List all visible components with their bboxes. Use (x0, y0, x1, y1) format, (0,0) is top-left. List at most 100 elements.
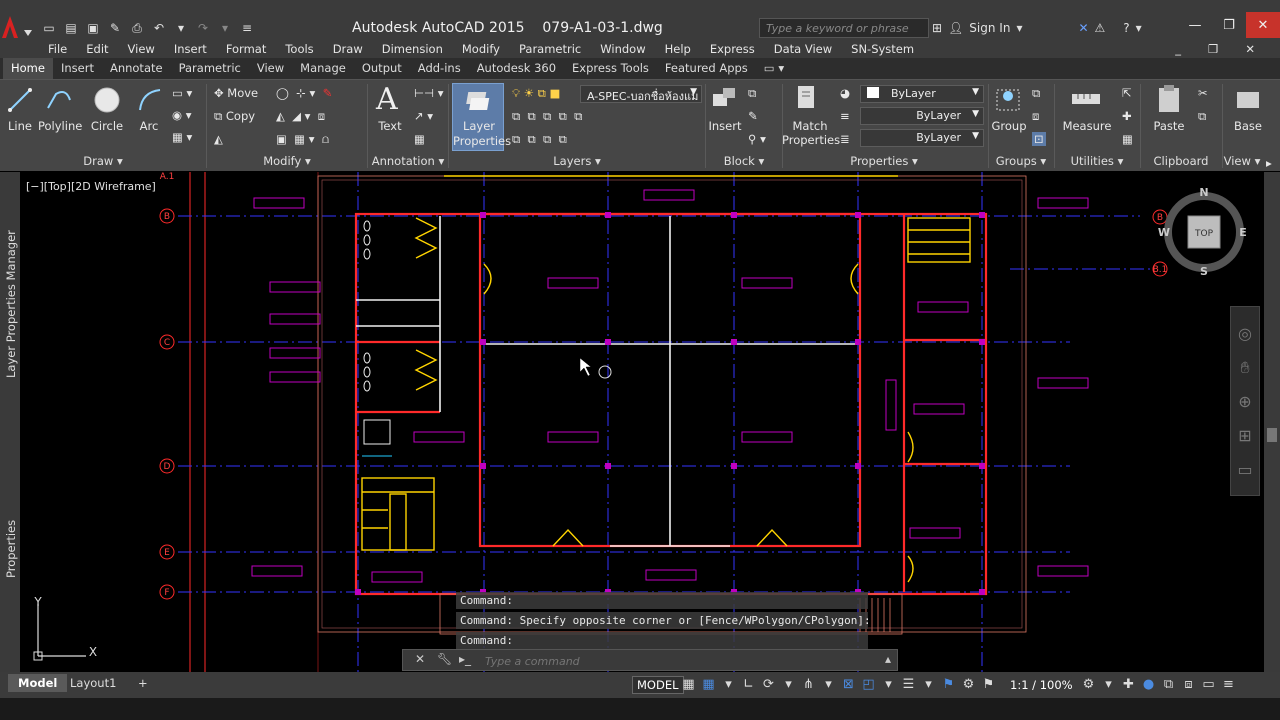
groups-panel-title[interactable]: Groups ▾ (989, 154, 1053, 171)
customize-wrench-icon[interactable]: 🔧︎ (437, 652, 452, 666)
annotation-monitor-icon[interactable]: ✚ (1120, 677, 1137, 692)
redo-dropdown-icon[interactable]: ▾ (216, 19, 234, 37)
model-space-button[interactable]: MODEL (632, 676, 684, 694)
group-button[interactable]: Group (990, 119, 1028, 133)
utilities-panel-title[interactable]: Utilities ▾ (1055, 154, 1139, 171)
mirror-icon[interactable]: ◭ ◢ ▾ ⧈ (276, 109, 325, 124)
match-properties-icon[interactable] (792, 84, 822, 114)
menu-parametric[interactable]: Parametric (519, 42, 581, 56)
layer-properties-manager-tab[interactable]: Layer Properties Manager (4, 230, 18, 378)
tab-manage[interactable]: Manage (292, 58, 354, 79)
auto-scale-icon[interactable]: ⚙ (960, 677, 977, 692)
layer-state-icons[interactable]: 💡︎ ☀ ⧉ ■ (512, 86, 560, 101)
workspace-gear-icon[interactable]: ⚙ (1080, 677, 1097, 692)
circle-button[interactable]: Circle (88, 119, 126, 133)
tab-model[interactable]: Model (8, 674, 68, 692)
clipboard-panel-title[interactable]: Clipboard (1141, 154, 1221, 171)
polyline-icon[interactable] (44, 86, 74, 114)
layer-properties-button[interactable]: Layer Properties (452, 83, 511, 151)
menu-draw[interactable]: Draw (333, 42, 363, 56)
exchange-icon[interactable]: ✕ (1078, 21, 1088, 35)
hardware-accel-icon[interactable]: ⧉ (1160, 677, 1177, 692)
modify-panel-title[interactable]: Modify ▾ (207, 154, 367, 171)
paste-icon[interactable] (1156, 84, 1182, 114)
layers-panel-title[interactable]: Layers ▾ (449, 154, 705, 171)
edit-block-icon[interactable]: ✎ (748, 109, 758, 123)
annotation-scale-value[interactable]: 1:1 / 100% (1010, 678, 1073, 692)
lineweight-display-icon[interactable]: ☰ (900, 677, 917, 692)
ortho-icon[interactable]: ∟ (740, 677, 757, 692)
menu-data-view[interactable]: Data View (774, 42, 832, 56)
lineweight-dropdown-icon[interactable]: ▾ (920, 677, 937, 692)
line-icon[interactable] (6, 86, 34, 114)
arc-button[interactable]: Arc (134, 119, 164, 133)
group-edit-icon[interactable]: ⧈ (1032, 109, 1039, 124)
create-block-icon[interactable]: ⧉ (748, 86, 756, 101)
snap-icon[interactable]: ▦ (700, 677, 717, 692)
match-properties-label-1[interactable]: Match (782, 119, 838, 133)
draw-panel-title[interactable]: Draw ▾ (0, 154, 206, 171)
scale-icon[interactable]: ▣ ▦ ▾ ⩍ (276, 132, 329, 147)
menu-edit[interactable]: Edit (86, 42, 108, 56)
annotation-scale-icon[interactable]: ⚑ (980, 677, 997, 692)
viewport-controls[interactable]: [−][Top][2D Wireframe] (26, 180, 156, 193)
add-layout-icon[interactable]: + (128, 674, 158, 692)
properties-panel-title[interactable]: Properties ▾ (783, 154, 985, 171)
ungroup-icon[interactable]: ⧉ (1032, 86, 1040, 101)
panel-expand-icon[interactable]: ▸ (1266, 156, 1272, 170)
a360-icon[interactable]: ⚠ (1095, 21, 1106, 35)
rotate-icon[interactable]: ◯ ⊹ ▾ ✎ (276, 86, 332, 100)
insert-block-icon[interactable] (710, 84, 740, 114)
grid-icon[interactable]: ▦ (680, 677, 697, 692)
doc-close-icon[interactable]: ✕ (1245, 42, 1255, 56)
menu-help[interactable]: Help (665, 42, 691, 56)
undo-icon[interactable]: ↶ (150, 19, 168, 37)
base-button[interactable]: Base (1228, 119, 1268, 133)
navigation-bar[interactable]: ◎ ✋︎ ⊕ ⊞ ▭ (1230, 306, 1260, 496)
menu-dimension[interactable]: Dimension (382, 42, 443, 56)
color-dropdown[interactable]: ByLayer ▼ (860, 85, 984, 103)
menu-insert[interactable]: Insert (174, 42, 207, 56)
circle-icon[interactable] (92, 85, 122, 115)
select-all-icon[interactable]: ✚ (1122, 109, 1132, 123)
customization-icon[interactable]: ▭ (1200, 677, 1217, 692)
qat-customize-icon[interactable]: ≡ (238, 19, 256, 37)
tab-output[interactable]: Output (354, 58, 410, 79)
move-button[interactable]: ✥ Move (214, 86, 258, 100)
isodraft-icon[interactable]: ⋔ (800, 677, 817, 692)
menu-view[interactable]: View (128, 42, 155, 56)
restore-icon[interactable]: ❐ (1212, 12, 1246, 38)
polyline-button[interactable]: Polyline (38, 119, 82, 133)
block-attr-icon[interactable]: ⚲ ▾ (748, 132, 766, 146)
doc-minimize-icon[interactable]: _ (1175, 42, 1181, 56)
layer-tools-row-2[interactable]: ⧉ ⧉ ⧉ ⧉ (512, 132, 567, 147)
tab-view[interactable]: View (249, 58, 292, 79)
compass-w[interactable]: W (1158, 226, 1170, 239)
viewcube[interactable]: TOP N S E W (1152, 186, 1252, 278)
tab-insert[interactable]: Insert (53, 58, 102, 79)
linetype-dropdown[interactable]: ByLayer ▼ (860, 107, 984, 125)
stretch-icon[interactable]: ◭ (214, 132, 223, 146)
annotation-panel-title[interactable]: Annotation ▾ (368, 154, 448, 171)
undo-dropdown-icon[interactable]: ▾ (172, 19, 190, 37)
leader-icon[interactable]: ↗ ▾ (414, 109, 433, 123)
help-icon[interactable]: ? (1123, 21, 1129, 35)
copy-clip-icon[interactable]: ⧉ (1198, 109, 1206, 124)
ribbon-minimize-icon[interactable]: ▭ ▾ (756, 58, 792, 79)
object-snap-icon[interactable]: ⊠ (840, 677, 857, 692)
minimize-icon[interactable]: — (1178, 12, 1212, 38)
arc-icon[interactable] (136, 86, 164, 114)
command-prompt-icon[interactable]: ▸_ (459, 652, 471, 666)
menu-express[interactable]: Express (710, 42, 755, 56)
menu-window[interactable]: Window (600, 42, 645, 56)
hatch-icon[interactable]: ◉ ▾ (172, 108, 191, 122)
open-file-icon[interactable]: ▤ (62, 19, 80, 37)
redo-icon[interactable]: ↷ (194, 19, 212, 37)
compass-s[interactable]: S (1200, 265, 1208, 278)
snap-dropdown-icon[interactable]: ▾ (720, 677, 737, 692)
quick-select-icon[interactable]: ⇱ (1122, 86, 1132, 100)
status-menu-icon[interactable]: ≡ (1220, 677, 1237, 692)
boundary-icon[interactable]: ▦ ▾ (172, 130, 192, 144)
tab-add-ins[interactable]: Add-ins (410, 58, 469, 79)
save-as-icon[interactable]: ✎ (106, 19, 124, 37)
